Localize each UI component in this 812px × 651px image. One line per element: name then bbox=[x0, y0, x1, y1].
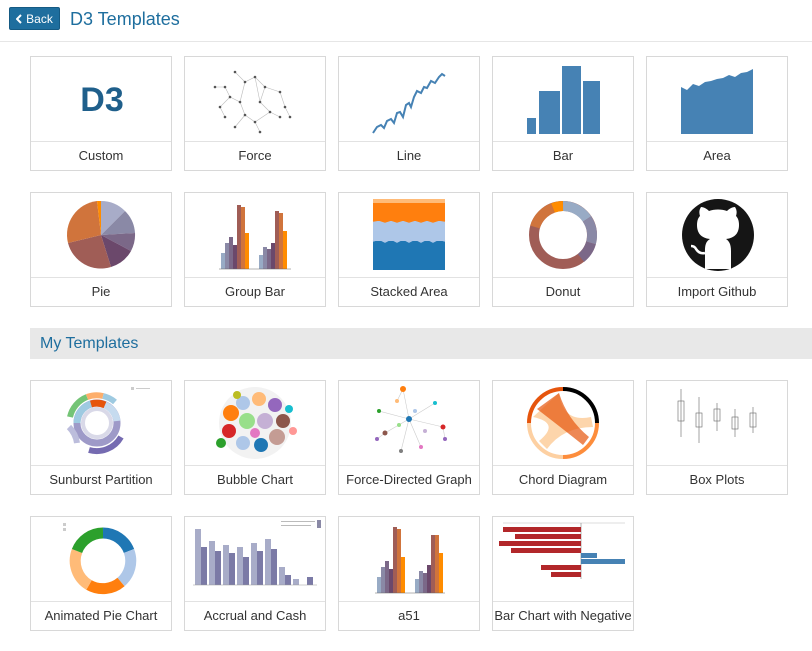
template-tile-bubble-chart[interactable]: Bubble Chart bbox=[184, 380, 326, 495]
chord-diagram-thumbnail bbox=[493, 381, 633, 466]
template-label: Force-Directed Graph bbox=[346, 472, 472, 487]
chevron-left-icon bbox=[16, 13, 22, 24]
accrual-cash-thumbnail bbox=[185, 517, 325, 602]
template-label: a51 bbox=[398, 608, 420, 623]
d3-logo-text: D3 bbox=[80, 81, 123, 119]
force-graph-thumbnail bbox=[185, 57, 325, 142]
template-tile-import-github[interactable]: Import Github bbox=[646, 192, 788, 307]
section-title: My Templates bbox=[40, 335, 139, 352]
pie-chart-thumbnail bbox=[31, 193, 171, 278]
template-label: Donut bbox=[545, 284, 581, 299]
template-label: Line bbox=[396, 148, 422, 163]
template-tile-force[interactable]: Force bbox=[184, 56, 326, 171]
back-button[interactable]: Back bbox=[9, 7, 60, 30]
bar-chart-thumbnail bbox=[493, 57, 633, 142]
template-tile-pie[interactable]: Pie bbox=[30, 192, 172, 307]
template-label: Area bbox=[703, 148, 731, 163]
bubble-chart-thumbnail bbox=[185, 381, 325, 466]
template-label: Stacked Area bbox=[370, 284, 448, 299]
template-label: Bubble Chart bbox=[217, 472, 293, 487]
template-tile-sunburst-partition[interactable]: Sunburst Partition bbox=[30, 380, 172, 495]
donut-chart-thumbnail bbox=[493, 193, 633, 278]
a51-thumbnail bbox=[339, 517, 479, 602]
template-tile-a51[interactable]: a51 bbox=[338, 516, 480, 631]
template-label: Custom bbox=[78, 148, 124, 163]
template-label: Accrual and Cash bbox=[203, 608, 307, 623]
stacked-area-thumbnail bbox=[339, 193, 479, 278]
template-label: Group Bar bbox=[225, 284, 285, 299]
template-label: Chord Diagram bbox=[518, 472, 608, 487]
template-label: Bar Chart with Negative bbox=[494, 608, 632, 623]
negative-bar-thumbnail bbox=[493, 517, 633, 602]
template-tile-chord-diagram[interactable]: Chord Diagram bbox=[492, 380, 634, 495]
back-button-label: Back bbox=[26, 11, 53, 26]
d3-logo-icon: D3 bbox=[31, 57, 171, 142]
template-tile-bar-chart-negative[interactable]: Bar Chart with Negative bbox=[492, 516, 634, 631]
template-label: Import Github bbox=[677, 284, 757, 299]
template-tile-custom[interactable]: D3 Custom bbox=[30, 56, 172, 171]
template-tile-area[interactable]: Area bbox=[646, 56, 788, 171]
template-tile-donut[interactable]: Donut bbox=[492, 192, 634, 307]
github-icon bbox=[647, 193, 787, 278]
header: Back D3 Templates bbox=[0, 0, 812, 42]
group-bar-thumbnail bbox=[185, 193, 325, 278]
template-tile-accrual-and-cash[interactable]: Accrual and Cash bbox=[184, 516, 326, 631]
template-label: Sunburst Partition bbox=[49, 472, 153, 487]
template-label: Pie bbox=[91, 284, 111, 299]
template-label: Bar bbox=[552, 148, 574, 163]
page-title: D3 Templates bbox=[70, 9, 180, 29]
template-tile-force-directed-graph[interactable]: Force-Directed Graph bbox=[338, 380, 480, 495]
template-tile-line[interactable]: Line bbox=[338, 56, 480, 171]
template-tile-animated-pie-chart[interactable]: Animated Pie Chart bbox=[30, 516, 172, 631]
animated-pie-thumbnail bbox=[31, 517, 171, 602]
template-tile-box-plots[interactable]: Box Plots bbox=[646, 380, 788, 495]
template-tile-bar[interactable]: Bar bbox=[492, 56, 634, 171]
template-label: Animated Pie Chart bbox=[44, 608, 158, 623]
sunburst-thumbnail bbox=[31, 381, 171, 466]
template-label: Force bbox=[238, 148, 272, 163]
template-tile-stacked-area[interactable]: Stacked Area bbox=[338, 192, 480, 307]
template-label: Box Plots bbox=[689, 472, 745, 487]
my-templates-header: My Templates bbox=[30, 328, 812, 359]
area-chart-thumbnail bbox=[647, 57, 787, 142]
force-directed-thumbnail bbox=[339, 381, 479, 466]
template-tile-group-bar[interactable]: Group Bar bbox=[184, 192, 326, 307]
box-plot-thumbnail bbox=[647, 381, 787, 466]
line-chart-thumbnail bbox=[339, 57, 479, 142]
